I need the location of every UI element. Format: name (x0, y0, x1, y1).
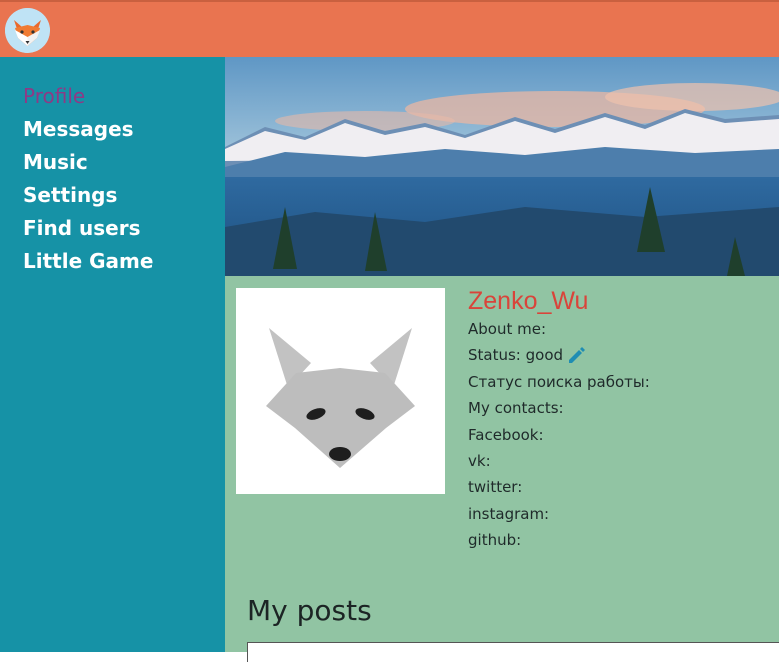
github-contact: github: (468, 531, 522, 550)
sidebar-item-settings[interactable]: Settings (23, 183, 117, 207)
about-me-label: About me: (468, 320, 547, 338)
sidebar-item-messages[interactable]: Messages (23, 117, 134, 141)
fox-avatar-icon (266, 328, 415, 468)
app-header (0, 0, 779, 57)
fox-logo-icon[interactable] (5, 8, 50, 53)
contacts-label: My contacts: (468, 399, 564, 418)
sidebar-item-little-game[interactable]: Little Game (23, 249, 153, 273)
avatar (236, 288, 445, 494)
twitter-contact: twitter: (468, 478, 523, 497)
new-post-textarea[interactable] (247, 642, 779, 662)
job-search-status-label: Статус поиска работы: (468, 372, 650, 391)
instagram-contact: instagram: (468, 504, 550, 523)
profile-username: Zenko_Wu (468, 287, 589, 315)
profile-content: Zenko_Wu About me: Status: good Статус п… (225, 57, 779, 662)
pencil-icon[interactable] (566, 346, 586, 366)
facebook-contact: Facebook: (468, 425, 544, 444)
sidebar-item-music[interactable]: Music (23, 150, 88, 174)
status-text[interactable]: Status: good (468, 342, 563, 368)
sidebar-item-find-users[interactable]: Find users (23, 216, 141, 240)
vk-contact: vk: (468, 452, 491, 471)
my-posts-title: My posts (247, 594, 372, 627)
profile-info: Zenko_Wu About me: Status: good Статус п… (468, 286, 650, 554)
mountain-landscape-image (225, 57, 779, 276)
sidebar-nav: Profile Messages Music Settings Find use… (0, 57, 225, 652)
status-row: Status: good (468, 342, 650, 368)
sidebar-item-profile[interactable]: Profile (23, 84, 85, 108)
